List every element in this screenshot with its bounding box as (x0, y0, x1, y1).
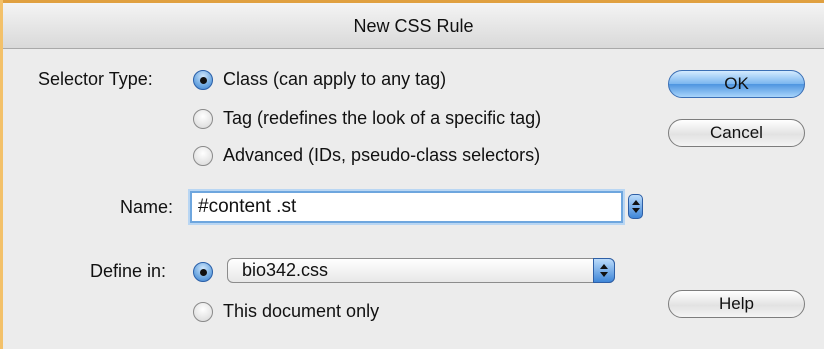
radio-class[interactable] (193, 70, 213, 90)
chevron-up-icon (632, 200, 640, 205)
chevron-down-icon (632, 208, 640, 213)
dialog-title: New CSS Rule (353, 16, 474, 36)
cancel-button[interactable]: Cancel (668, 119, 805, 147)
title-bar[interactable]: New CSS Rule (3, 3, 824, 49)
radio-advanced[interactable] (193, 146, 213, 166)
define-in-label: Define in: (90, 261, 167, 281)
radio-document-only-label[interactable]: This document only (223, 301, 379, 322)
select-arrows-icon (593, 258, 615, 283)
dialog-body: Selector Type: Class (can apply to any t… (3, 49, 824, 349)
radio-define-file[interactable] (193, 262, 213, 282)
selector-type-label: Selector Type: (38, 69, 153, 89)
chevron-down-icon (600, 272, 608, 277)
stylesheet-select-value: bio342.css (242, 260, 329, 280)
chevron-up-icon (600, 264, 608, 269)
dialog-window: New CSS Rule Selector Type: Class (can a… (0, 0, 824, 349)
name-input[interactable]: #content .st (190, 191, 623, 223)
radio-advanced-label[interactable]: Advanced (IDs, pseudo-class selectors) (223, 145, 540, 166)
stylesheet-select[interactable]: bio342.css (227, 258, 615, 283)
radio-tag[interactable] (193, 109, 213, 129)
radio-tag-label[interactable]: Tag (redefines the look of a specific ta… (223, 108, 541, 129)
help-button[interactable]: Help (668, 290, 805, 318)
name-stepper[interactable] (628, 194, 643, 219)
radio-class-label[interactable]: Class (can apply to any tag) (223, 69, 446, 90)
ok-button[interactable]: OK (668, 70, 805, 98)
radio-document-only[interactable] (193, 302, 213, 322)
name-label: Name: (120, 197, 174, 217)
